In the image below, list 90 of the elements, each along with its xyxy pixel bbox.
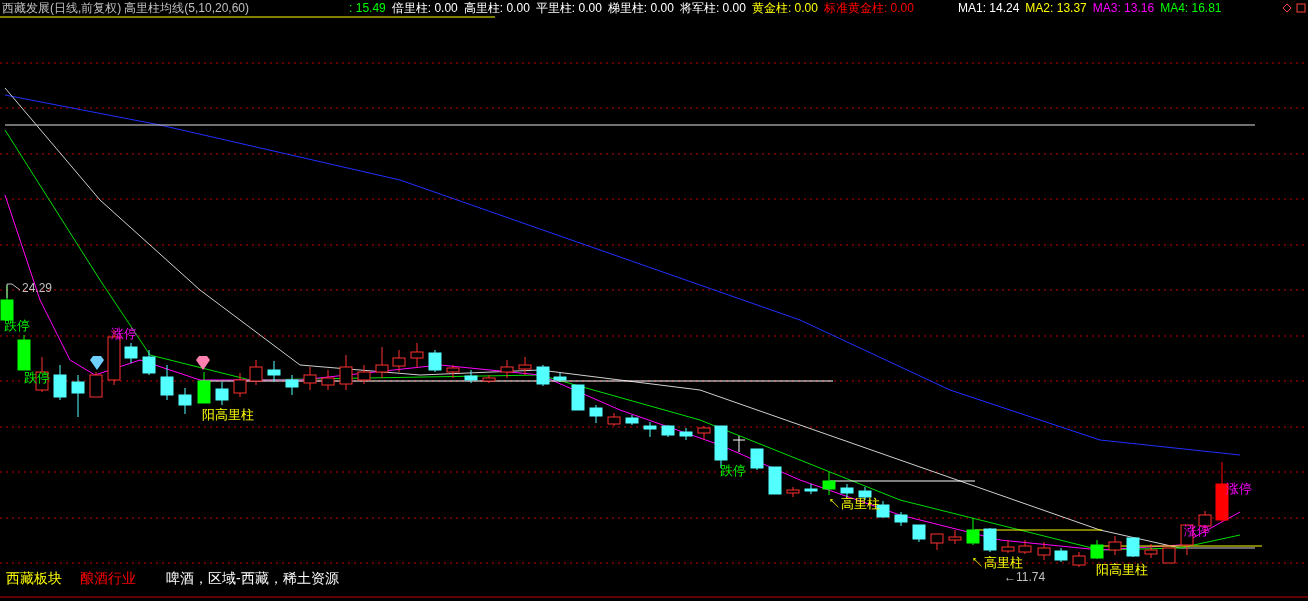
average-reading: MA4: 16.81 <box>1160 0 1222 17</box>
candlestick <box>1037 541 1051 561</box>
candlestick <box>840 483 854 498</box>
sector-tag[interactable]: 西藏板块 <box>6 571 62 585</box>
average-reading: MA3: 13.16 <box>1092 0 1155 17</box>
candlestick <box>1001 539 1015 554</box>
candlestick <box>482 374 496 384</box>
candlestick <box>285 374 299 396</box>
chart-annotation: 跌停 <box>4 319 30 332</box>
candlestick <box>1054 547 1068 563</box>
indicator-reading: 平里柱: 0.00 <box>535 0 602 17</box>
candlestick <box>178 387 192 415</box>
candlestick <box>339 354 353 391</box>
candlestick <box>215 381 229 406</box>
candlestick <box>464 369 478 384</box>
indicator-reading: 高里柱: 0.00 <box>463 0 530 17</box>
candlestick <box>1126 537 1140 558</box>
candlestick <box>804 483 818 495</box>
diamond-icon <box>196 356 210 370</box>
sector-tag[interactable]: 酿酒行业 <box>80 571 136 585</box>
candlestick <box>536 364 550 387</box>
candlestick <box>697 425 711 441</box>
chart-annotation: ↖高里柱 <box>971 556 1023 569</box>
average-reading: MA1: 14.24 <box>957 0 1020 17</box>
sector-tag[interactable]: 啤酒，区域-西藏，稀土资源 <box>166 571 339 585</box>
candlestick <box>661 424 675 438</box>
candlestick <box>966 517 980 546</box>
candlestick <box>410 342 424 369</box>
candlestick <box>500 359 514 379</box>
candlestick <box>822 471 836 496</box>
candlestick <box>589 404 603 424</box>
candlestick <box>160 364 174 401</box>
candlestick <box>912 524 926 543</box>
candlestick <box>1018 539 1032 555</box>
diamond-icon[interactable] <box>1282 3 1292 13</box>
candlestick <box>392 349 406 373</box>
chart-annotation: ←11.74 <box>1004 571 1046 583</box>
candlestick <box>1144 543 1158 559</box>
candlestick <box>53 364 67 401</box>
candlestick <box>679 427 693 441</box>
average-reading: MA2: 13.37 <box>1025 0 1087 17</box>
indicator-reading: 梯里柱: 0.00 <box>607 0 674 17</box>
indicator-reading: 标准黄金柱: 0.00 <box>823 0 914 17</box>
candlestick <box>17 334 31 371</box>
candlestick <box>1090 539 1104 560</box>
chart-annotation: 跌停 <box>720 464 746 477</box>
candlestick <box>233 372 247 398</box>
indicator-reading: 倍里柱: 0.00 <box>391 0 458 17</box>
chart-annotation: 跌停 <box>24 371 50 384</box>
indicator-reading: 将军柱: 0.00 <box>679 0 746 17</box>
candlestick <box>768 466 782 495</box>
candlestick <box>571 384 585 411</box>
candlestick <box>1072 551 1086 568</box>
chart-annotation: 涨停 <box>111 327 137 340</box>
candlestick <box>607 412 621 427</box>
candlestick <box>89 371 103 398</box>
candlestick <box>446 364 460 379</box>
price-reading: : 15.49 <box>349 0 386 17</box>
window-icon[interactable] <box>1296 3 1306 13</box>
peak-marker-icon <box>6 283 21 299</box>
candlestick <box>643 421 657 438</box>
indicator-name: 高里柱均线(5,10,20,60) <box>124 0 250 17</box>
candlestick <box>948 529 962 545</box>
candlestick <box>553 372 567 383</box>
chart-annotation: 阳高里柱 <box>202 408 254 421</box>
candlestick <box>930 533 944 551</box>
candlestick <box>357 364 371 385</box>
candlestick <box>786 486 800 498</box>
candlestick <box>303 366 317 391</box>
candlestick <box>321 369 335 391</box>
candlestick <box>428 349 442 373</box>
candlestick <box>894 511 908 527</box>
candlestick <box>750 448 764 471</box>
candlestick <box>625 414 639 426</box>
candlestick <box>732 435 746 453</box>
candlestick <box>983 527 997 553</box>
diamond-icon <box>90 356 104 370</box>
indicator-reading: 黄金柱: 0.00 <box>751 0 818 17</box>
chart-title: 西藏发展(日线,前复权) <box>2 0 122 17</box>
candlestick <box>518 356 532 376</box>
candlestick <box>267 360 281 383</box>
candlestick <box>124 342 138 364</box>
candlestick <box>1108 535 1122 556</box>
candlestick <box>142 349 156 376</box>
chart-annotation: 阳高里柱 <box>1096 563 1148 576</box>
candlestick <box>375 346 389 379</box>
candlestick <box>197 371 211 404</box>
candlestick <box>71 374 85 418</box>
candlestick <box>249 359 263 386</box>
candlestick <box>1162 547 1176 564</box>
